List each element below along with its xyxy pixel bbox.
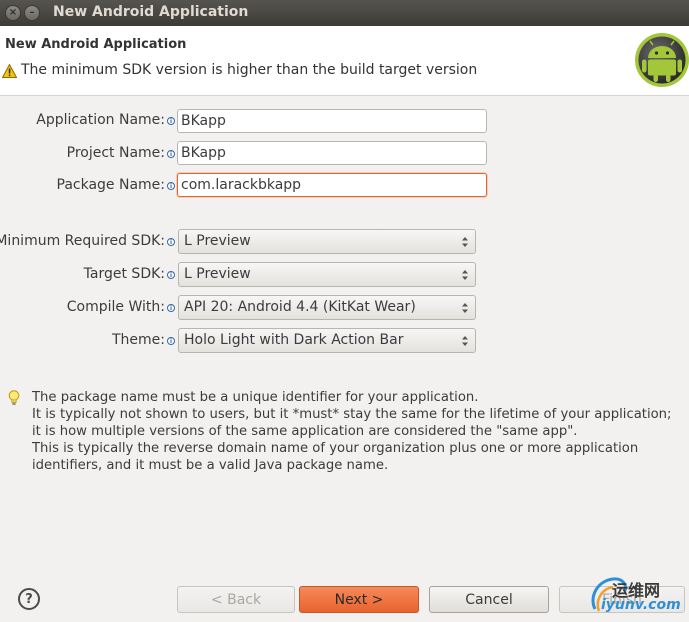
project-name-label: Project Name: xyxy=(66,145,165,161)
help-icon: ? xyxy=(25,591,33,607)
updown-arrows-icon xyxy=(462,237,468,247)
back-button[interactable]: < Back xyxy=(177,586,295,613)
application-name-label: Application Name: xyxy=(36,112,165,128)
info-icon: i xyxy=(167,238,175,246)
help-button[interactable]: ? xyxy=(18,588,40,610)
help-line: This is typically the reverse domain nam… xyxy=(32,441,639,456)
updown-arrows-icon xyxy=(462,303,468,313)
min-sdk-value: L Preview xyxy=(184,233,251,249)
lightbulb-icon xyxy=(8,390,20,406)
compile-with-value: API 20: Android 4.4 (KitKat Wear) xyxy=(184,299,416,315)
warning-message: The minimum SDK version is higher than t… xyxy=(21,62,478,78)
help-line: The package name must be a unique identi… xyxy=(32,390,479,405)
close-window-button[interactable]: × xyxy=(5,5,21,21)
wizard-header: New Android Application The minimum SDK … xyxy=(0,26,689,96)
next-button[interactable]: Next > xyxy=(299,586,419,613)
theme-label: Theme: xyxy=(111,332,165,348)
cancel-button[interactable]: Cancel xyxy=(429,586,549,613)
compile-with-label: Compile With: xyxy=(66,299,165,315)
info-icon: i xyxy=(167,304,175,312)
target-sdk-label: Target SDK: xyxy=(83,266,165,282)
target-sdk-value: L Preview xyxy=(184,266,251,282)
minimize-window-button[interactable]: – xyxy=(24,5,40,21)
package-name-label: Package Name: xyxy=(56,177,166,193)
min-sdk-label: Minimum Required SDK: xyxy=(0,233,165,249)
close-icon: × xyxy=(8,7,18,18)
min-sdk-select[interactable]: L Preview xyxy=(178,229,476,254)
target-sdk-select[interactable]: L Preview xyxy=(178,262,476,287)
info-icon: i xyxy=(167,117,175,125)
android-logo-icon xyxy=(635,33,689,87)
theme-value: Holo Light with Dark Action Bar xyxy=(184,332,404,348)
help-line: identifiers, and it must be a valid Java… xyxy=(32,458,389,473)
minimize-icon: – xyxy=(29,7,35,18)
theme-select[interactable]: Holo Light with Dark Action Bar xyxy=(178,328,476,353)
updown-arrows-icon xyxy=(462,270,468,280)
info-icon: i xyxy=(167,150,175,158)
package-name-input[interactable] xyxy=(177,173,487,197)
page-title: New Android Application xyxy=(5,37,187,52)
package-name-help-text: The package name must be a unique identi… xyxy=(32,389,682,474)
info-icon: i xyxy=(167,182,175,190)
info-icon: i xyxy=(167,337,175,345)
watermark: 运维网 iyunv.com xyxy=(587,573,687,619)
window-title: New Android Application xyxy=(53,4,249,20)
help-line: It is typically not shown to users, but … xyxy=(32,407,672,422)
window-titlebar: × – New Android Application xyxy=(0,0,689,26)
watermark-url: iyunv.com xyxy=(601,597,681,613)
project-name-input[interactable] xyxy=(177,141,487,165)
warning-icon xyxy=(2,64,17,78)
info-icon: i xyxy=(167,271,175,279)
help-line: it is how multiple versions of the same … xyxy=(32,424,578,439)
application-name-input[interactable] xyxy=(177,109,487,133)
updown-arrows-icon xyxy=(462,336,468,346)
compile-with-select[interactable]: API 20: Android 4.4 (KitKat Wear) xyxy=(178,295,476,320)
